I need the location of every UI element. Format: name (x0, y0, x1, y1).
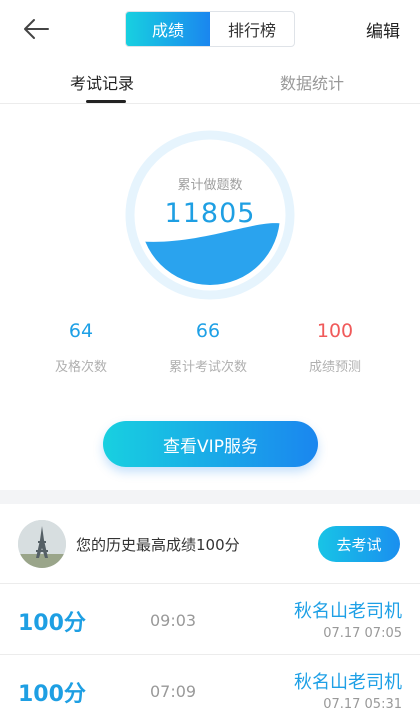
progress-ring: 累计做题数 11805 (125, 130, 295, 300)
best-score-row: 您的历史最高成绩100分 去考试 (0, 504, 420, 584)
exam-record-row[interactable]: 100分 09:03 秋名山老司机 07.17 07:05 (0, 585, 420, 655)
record-duration: 07:09 (150, 682, 197, 701)
record-score: 100分 (18, 682, 86, 707)
top-bar: 成绩 排行榜 编辑 (0, 0, 420, 58)
record-duration: 09:03 (150, 611, 197, 630)
section-divider (0, 490, 420, 504)
record-score: 100分 (18, 611, 86, 636)
segment-ranking[interactable]: 排行榜 (210, 12, 294, 46)
take-exam-button[interactable]: 去考试 (318, 526, 400, 562)
stat-label: 及格次数 (54, 360, 107, 375)
tab-bar: 考试记录 数据统计 (0, 58, 420, 104)
stat-pass-count: 64 及格次数 (26, 320, 136, 375)
record-user-name: 秋名山老司机 (294, 672, 402, 693)
record-datetime: 07.17 05:31 (323, 697, 402, 712)
eiffel-tower-icon (18, 520, 66, 568)
stat-value: 100 (316, 320, 354, 342)
tab-active-indicator (86, 100, 126, 103)
total-questions-value: 11805 (164, 198, 256, 229)
view-vip-button[interactable]: 查看VIP服务 (103, 421, 318, 467)
record-datetime: 07.17 07:05 (323, 626, 402, 641)
record-user-name: 秋名山老司机 (294, 601, 402, 622)
stat-exam-count: 66 累计考试次数 (153, 320, 263, 375)
edit-button[interactable]: 编辑 (366, 17, 400, 42)
best-score-text: 您的历史最高成绩100分 (76, 536, 240, 554)
stat-score-prediction: 100 成绩预测 (280, 320, 390, 375)
total-questions-label: 累计做题数 (177, 178, 243, 193)
stat-label: 成绩预测 (308, 360, 361, 375)
tab-exam-records[interactable]: 考试记录 (70, 70, 134, 94)
avatar[interactable] (18, 520, 66, 568)
arrow-left-icon[interactable] (20, 14, 52, 44)
tab-data-stats[interactable]: 数据统计 (280, 70, 344, 94)
stat-value: 64 (68, 320, 94, 342)
segment-score[interactable]: 成绩 (126, 12, 210, 46)
exam-record-row[interactable]: 100分 07:09 秋名山老司机 07.17 05:31 (0, 656, 420, 720)
segmented-control: 成绩 排行榜 (125, 11, 295, 47)
stat-value: 66 (195, 320, 221, 342)
stat-label: 累计考试次数 (168, 360, 247, 375)
